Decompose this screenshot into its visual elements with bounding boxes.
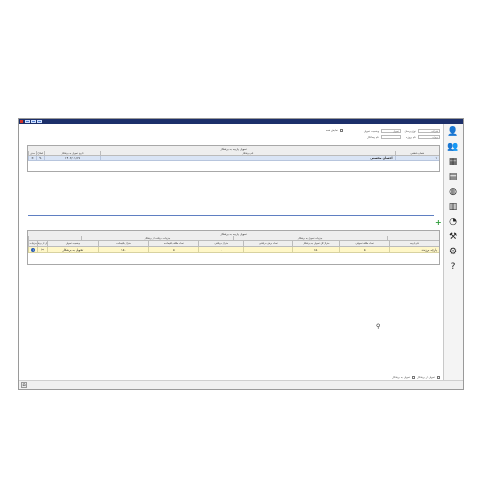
user-icon[interactable]: 👤 bbox=[447, 126, 459, 138]
filter-person-type: نوع پرسنل شرکت bbox=[404, 129, 440, 133]
section-divider bbox=[28, 215, 434, 216]
row-delivery-date: ۱۴۰۲/۰۱/۱۷ bbox=[43, 156, 101, 161]
fabric-grid: تحویل پارچه به برشکار جزئیات تحویل به بر… bbox=[27, 230, 440, 265]
status-bar: ⌂ bbox=[19, 380, 463, 389]
option2-checkbox[interactable] bbox=[412, 376, 416, 379]
filter-status: وضعیت تحویل تحویل bbox=[364, 129, 401, 133]
pie-chart-icon[interactable]: ◔ bbox=[447, 216, 459, 228]
scissors-icon: ✂ bbox=[41, 247, 45, 252]
table-row[interactable]: پارچه برزنت ۵ ۱۵۰ ۰ ۵ ۱۵۰ تحویل به برشکا… bbox=[28, 247, 439, 253]
plus-icon: + bbox=[435, 218, 442, 227]
report-icon[interactable]: ▥ bbox=[447, 201, 459, 213]
row-cut-count bbox=[243, 247, 293, 253]
person-type-select[interactable]: شرکت bbox=[418, 129, 440, 133]
filter-project: نام پروژه پروژه bbox=[406, 135, 440, 139]
row-delivered-rolls: ۵ bbox=[339, 247, 390, 253]
tools-icon[interactable]: ⚒ bbox=[447, 231, 459, 243]
delete-button[interactable]: ✕ bbox=[28, 156, 36, 161]
gear-icon[interactable]: ⚙ bbox=[447, 246, 459, 258]
option1-checkbox[interactable] bbox=[437, 376, 440, 379]
receive-button[interactable]: ✂ bbox=[37, 247, 47, 253]
show-all-label: نمایش همه bbox=[325, 129, 338, 132]
details-button[interactable]: i bbox=[28, 247, 38, 253]
bottom-options: تحویل به برشکار تحویل از برشکار bbox=[392, 376, 440, 379]
edit-button[interactable]: ✎ bbox=[35, 156, 44, 161]
zoom-cursor-icon: ⚲ bbox=[376, 323, 381, 330]
help-icon[interactable]: ? bbox=[447, 261, 459, 273]
close-button[interactable] bbox=[37, 120, 42, 123]
row-remaining-meterage: ۱۵۰ bbox=[97, 247, 149, 253]
globe-icon[interactable]: ◍ bbox=[447, 186, 459, 198]
add-button[interactable]: + bbox=[435, 218, 442, 227]
main-content: نوع پرسنل شرکت نام پروژه پروژه وضعیت تحو… bbox=[19, 124, 444, 381]
filter-contractor: نام پیمانکار bbox=[367, 135, 401, 139]
project-label: نام پروژه bbox=[406, 135, 416, 139]
row-order-number: ۱ bbox=[394, 156, 439, 161]
home-icon[interactable]: ⌂ bbox=[21, 382, 27, 388]
status-label: وضعیت تحویل bbox=[363, 129, 379, 133]
table-row[interactable]: ۱ احسان محسنی ۱۴۰۲/۰۱/۱۷ ✎ ✕ bbox=[28, 156, 439, 161]
calculator-icon[interactable]: ▤ bbox=[447, 171, 459, 183]
option2-label: تحویل به برشکار bbox=[392, 376, 411, 379]
row-delivery-status: تحویل به برشکار bbox=[46, 247, 98, 253]
delete-icon: ✕ bbox=[31, 156, 34, 160]
delivery-grid: تحویل پارچه به برشکار شماره قطعی نام برش… bbox=[27, 145, 440, 172]
project-select[interactable]: پروژه bbox=[418, 135, 440, 139]
minimize-button[interactable] bbox=[25, 120, 30, 123]
contractor-label: نام پیمانکار bbox=[367, 135, 379, 139]
row-total-meterage: ۱۵۰ bbox=[292, 247, 340, 253]
info-icon: i bbox=[31, 247, 36, 252]
users-icon[interactable]: 👥 bbox=[447, 141, 459, 153]
app-window: نوع پرسنل شرکت نام پروژه پروژه وضعیت تحو… bbox=[18, 118, 464, 390]
filter-show-all: نمایش همه bbox=[326, 129, 343, 132]
option1-label: تحویل از برشکار bbox=[417, 376, 435, 379]
row-fabric-name: پارچه برزنت bbox=[389, 247, 439, 253]
contractor-select[interactable] bbox=[381, 135, 401, 139]
table-icon[interactable]: ▦ bbox=[447, 156, 459, 168]
status-select[interactable]: تحویل bbox=[381, 129, 401, 133]
right-toolbar: 👤 👥 ▦ ▤ ◍ ▥ ◔ ⚒ ⚙ ? bbox=[444, 124, 463, 381]
app-logo-icon bbox=[20, 120, 23, 123]
edit-icon: ✎ bbox=[39, 156, 42, 160]
show-all-checkbox[interactable] bbox=[340, 129, 343, 132]
row-remaining-rolls: ۵ bbox=[148, 247, 199, 253]
row-received-meterage: ۰ bbox=[198, 247, 244, 253]
person-type-label: نوع پرسنل bbox=[404, 129, 416, 133]
row-contractor-name: احسان محسنی bbox=[100, 156, 395, 161]
maximize-button[interactable] bbox=[31, 120, 36, 123]
